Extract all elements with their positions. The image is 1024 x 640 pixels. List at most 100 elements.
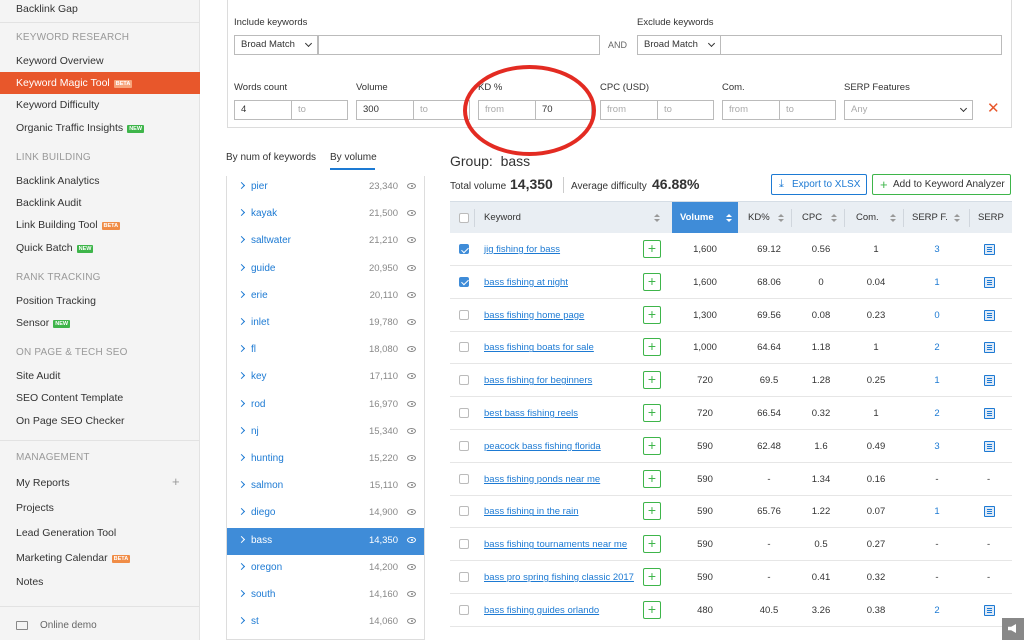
- th-keyword[interactable]: Keyword: [484, 202, 521, 233]
- chevron-right-icon[interactable]: [237, 181, 246, 190]
- eye-icon[interactable]: [407, 400, 416, 407]
- chevron-right-icon[interactable]: [237, 209, 246, 217]
- serp-features-cell[interactable]: 3: [907, 441, 967, 452]
- chevron-right-icon[interactable]: [237, 508, 246, 516]
- add-keyword-button[interactable]: +: [643, 272, 661, 291]
- serp-icon[interactable]: [984, 342, 995, 354]
- cpc-to-input[interactable]: to: [657, 100, 714, 120]
- sidebar-item-backlink-audit[interactable]: Backlink Audit: [0, 192, 200, 214]
- chevron-right-icon[interactable]: [237, 263, 246, 271]
- eye-icon[interactable]: [407, 455, 416, 461]
- group-list-item[interactable]: salmon 15,110: [227, 473, 424, 500]
- serp-features-cell[interactable]: 1: [907, 375, 967, 386]
- sidebar-item-marketing-calendar[interactable]: Marketing Calendar BETA: [0, 547, 200, 569]
- serp-icon[interactable]: [984, 506, 995, 518]
- sort-icon[interactable]: [778, 214, 784, 222]
- chevron-right-icon[interactable]: [237, 399, 246, 407]
- group-list-item[interactable]: st 14,060: [227, 609, 424, 636]
- group-list-item[interactable]: south 14,160: [227, 582, 424, 609]
- group-list-item[interactable]: pier 23,340: [227, 174, 424, 201]
- eye-icon[interactable]: [407, 563, 416, 570]
- row-checkbox[interactable]: [459, 342, 469, 353]
- group-list-item[interactable]: fl 18,080: [227, 337, 424, 364]
- keyword-link[interactable]: jig fishing for bass: [484, 244, 560, 255]
- keyword-link[interactable]: bass fishing ponds near me: [484, 474, 600, 485]
- serp-icon[interactable]: [984, 440, 995, 452]
- com-to-input[interactable]: to: [779, 100, 836, 120]
- select-all-checkbox[interactable]: [459, 213, 469, 223]
- group-list-item[interactable]: saltwater 21,210: [227, 228, 424, 255]
- eye-icon[interactable]: [407, 210, 416, 217]
- sidebar-item-keyword-difficulty[interactable]: Keyword Difficulty: [0, 94, 200, 116]
- export-xlsx-button[interactable]: ⤓ Export to XLSX: [771, 174, 867, 195]
- serp-features-cell[interactable]: 2: [907, 408, 967, 419]
- sidebar-item-notes[interactable]: Notes: [0, 571, 200, 593]
- th-kd[interactable]: KD%: [748, 202, 770, 233]
- eye-icon[interactable]: [407, 509, 416, 516]
- sidebar-item-projects[interactable]: Projects: [0, 497, 200, 519]
- keyword-link[interactable]: bass fishing for beginners: [484, 375, 592, 386]
- group-list-item[interactable]: key 17,110: [227, 364, 424, 391]
- row-checkbox[interactable]: [459, 506, 469, 517]
- serp-features-cell[interactable]: 0: [907, 310, 967, 321]
- group-list-item[interactable]: rod 16,970: [227, 392, 424, 419]
- chevron-right-icon[interactable]: [237, 345, 246, 353]
- sidebar-item-quick-batch[interactable]: Quick Batch NEW: [0, 237, 200, 259]
- chevron-right-icon[interactable]: [237, 317, 246, 326]
- keyword-link[interactable]: bass pro spring fishing classic 2017: [484, 572, 634, 583]
- eye-icon[interactable]: [407, 237, 416, 244]
- words-count-from-input[interactable]: 4: [234, 100, 292, 120]
- sidebar-item-organic-traffic-insights[interactable]: Organic Traffic Insights NEW: [0, 117, 200, 139]
- row-checkbox[interactable]: [459, 473, 469, 484]
- eye-icon[interactable]: [407, 346, 416, 353]
- eye-icon[interactable]: [407, 427, 416, 434]
- row-checkbox[interactable]: [459, 375, 469, 386]
- group-list-item[interactable]: bass 14,350: [227, 527, 424, 555]
- th-cpc[interactable]: CPC: [802, 202, 822, 233]
- sidebar-item-position-tracking[interactable]: Position Tracking: [0, 290, 200, 312]
- exclude-keywords-input[interactable]: [720, 35, 1002, 55]
- chevron-right-icon[interactable]: [237, 290, 246, 298]
- exclude-match-select[interactable]: Broad Match: [637, 35, 721, 55]
- keyword-link[interactable]: bass fishing boats for sale: [484, 342, 594, 353]
- sidebar-item-my-reports[interactable]: My Reports: [0, 472, 200, 494]
- clear-filters-icon[interactable]: ✕: [987, 101, 1000, 116]
- th-volume[interactable]: Volume: [672, 202, 738, 233]
- add-keyword-button[interactable]: +: [643, 338, 661, 357]
- chevron-right-icon[interactable]: [237, 372, 246, 380]
- keyword-link[interactable]: best bass fishing reels: [484, 408, 578, 419]
- online-demo-link[interactable]: Online demo: [16, 620, 97, 631]
- serp-features-cell[interactable]: 2: [907, 605, 967, 616]
- eye-icon[interactable]: [407, 618, 416, 625]
- volume-to-input[interactable]: to: [413, 100, 470, 120]
- volume-from-input[interactable]: 300: [356, 100, 414, 120]
- add-keyword-button[interactable]: +: [643, 469, 661, 488]
- sidebar-item-seo-content-template[interactable]: SEO Content Template: [0, 387, 200, 409]
- sidebar-item-site-audit[interactable]: Site Audit: [0, 365, 200, 387]
- add-keyword-button[interactable]: +: [643, 404, 661, 422]
- add-keyword-button[interactable]: +: [643, 436, 661, 455]
- group-list-item[interactable]: inlet 19,780: [227, 310, 424, 337]
- row-checkbox[interactable]: [459, 604, 469, 615]
- chevron-right-icon[interactable]: [237, 535, 246, 543]
- sort-icon[interactable]: [831, 214, 837, 222]
- words-count-to-input[interactable]: to: [291, 100, 348, 120]
- row-checkbox[interactable]: [459, 244, 469, 254]
- eye-icon[interactable]: [407, 291, 416, 298]
- serp-features-cell[interactable]: 1: [907, 277, 967, 288]
- sidebar-item-backlink-gap[interactable]: Backlink Gap: [0, 0, 200, 20]
- chevron-right-icon[interactable]: [237, 236, 246, 244]
- group-list-item[interactable]: nj 15,340: [227, 419, 424, 446]
- add-keyword-button[interactable]: +: [643, 600, 661, 619]
- tab-by-volume[interactable]: By volume: [330, 152, 377, 163]
- eye-icon[interactable]: [407, 373, 416, 380]
- keyword-link[interactable]: bass fishing guides orlando: [484, 605, 599, 616]
- sidebar-item-keyword-overview[interactable]: Keyword Overview: [0, 50, 200, 72]
- row-checkbox[interactable]: [459, 408, 469, 418]
- chevron-right-icon[interactable]: [237, 589, 246, 598]
- eye-icon[interactable]: [407, 264, 416, 271]
- sort-icon[interactable]: [726, 214, 732, 222]
- keyword-link[interactable]: bass fishing in the rain: [484, 506, 579, 517]
- chevron-right-icon[interactable]: [237, 426, 246, 434]
- keyword-link[interactable]: peacock bass fishing florida: [484, 441, 601, 452]
